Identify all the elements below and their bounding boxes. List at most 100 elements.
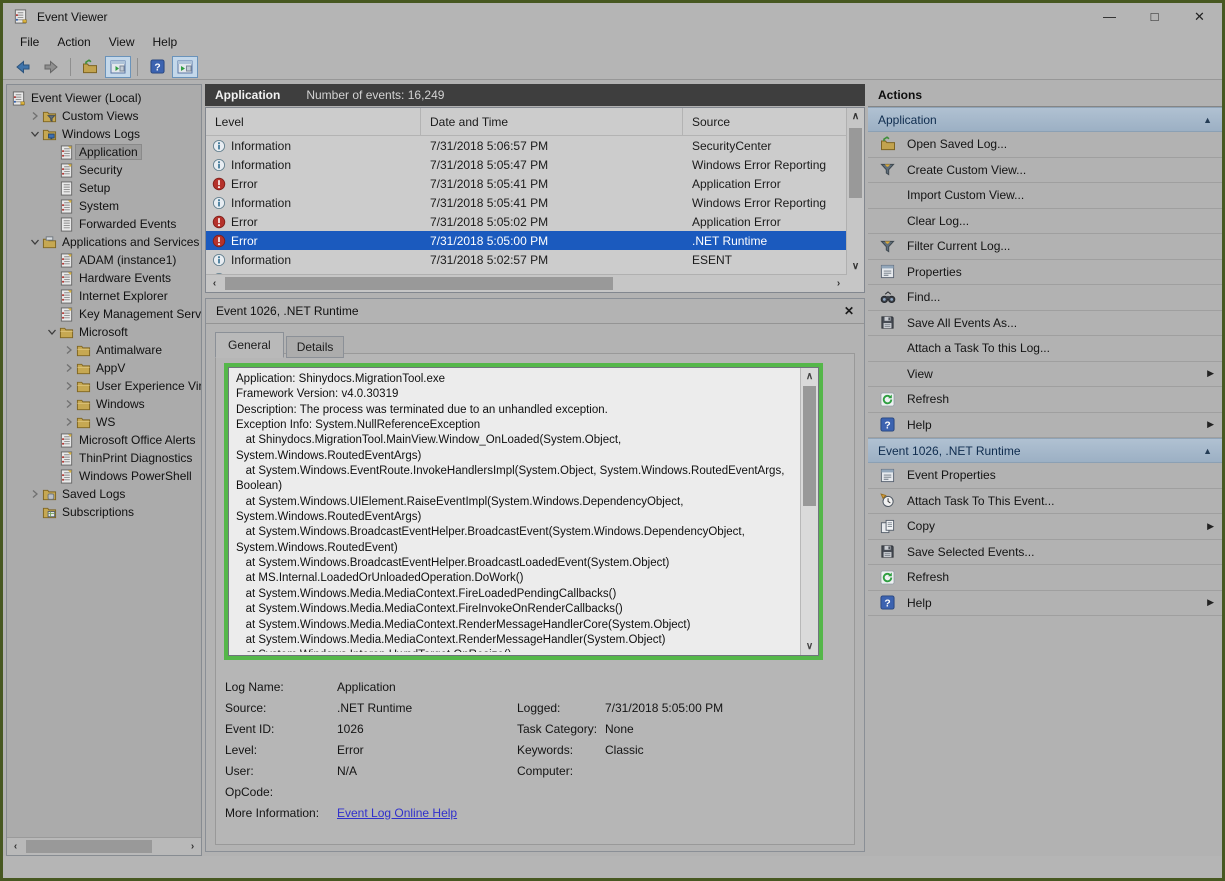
- field-value: N/A: [337, 764, 517, 778]
- tree-item-application[interactable]: Application: [7, 143, 201, 161]
- event-row-6[interactable]: Error7/31/2018 5:05:00 PM.NET Runtime: [206, 231, 847, 250]
- chevron-right-icon[interactable]: [62, 363, 76, 373]
- tree-item-user-experience-virtua[interactable]: User Experience Virtua: [7, 377, 201, 395]
- tree-item-adam-instance1[interactable]: ADAM (instance1): [7, 251, 201, 269]
- tree-item-windows[interactable]: Windows: [7, 395, 201, 413]
- event-row-4[interactable]: Information7/31/2018 5:05:41 PMWindows E…: [206, 193, 847, 212]
- scrollbar-thumb[interactable]: [849, 128, 862, 198]
- tree-item-forwarded-events[interactable]: Forwarded Events: [7, 215, 201, 233]
- action-help[interactable]: ?Help▶: [868, 413, 1222, 439]
- chevron-right-icon[interactable]: [62, 399, 76, 409]
- chevron-right-icon[interactable]: [62, 417, 76, 427]
- tree-item-thinprint-diagnostics[interactable]: ThinPrint Diagnostics: [7, 449, 201, 467]
- close-button[interactable]: ✕: [1177, 3, 1222, 30]
- actions-section-event-1026-net-runtime[interactable]: Event 1026, .NET Runtime▲: [868, 438, 1222, 463]
- help-button[interactable]: ?: [144, 56, 170, 78]
- tree-item-antimalware[interactable]: Antimalware: [7, 341, 201, 359]
- action-import-custom-view[interactable]: Import Custom View...: [868, 183, 1222, 209]
- show-action-pane-button[interactable]: [172, 56, 198, 78]
- event-row-2[interactable]: Information7/31/2018 5:05:47 PMWindows E…: [206, 155, 847, 174]
- tree-item-hardware-events[interactable]: Hardware Events: [7, 269, 201, 287]
- chevron-down-icon[interactable]: [28, 129, 42, 139]
- column-header-source[interactable]: Source: [683, 108, 847, 135]
- column-header-level[interactable]: Level: [206, 108, 421, 135]
- event-log-online-help-link[interactable]: Event Log Online Help: [337, 806, 457, 820]
- tree-item-applications-and-services-lo[interactable]: Applications and Services Lo: [7, 233, 201, 251]
- chevron-right-icon[interactable]: [62, 345, 76, 355]
- action-properties[interactable]: Properties: [868, 260, 1222, 286]
- menu-file[interactable]: File: [11, 32, 48, 52]
- menu-help[interactable]: Help: [144, 32, 187, 52]
- back-button[interactable]: [10, 56, 36, 78]
- chevron-down-icon[interactable]: [28, 237, 42, 247]
- scroll-up-icon[interactable]: ∧: [801, 368, 818, 385]
- maximize-button[interactable]: □: [1132, 3, 1177, 30]
- chevron-right-icon[interactable]: [28, 489, 42, 499]
- actions-section-application[interactable]: Application▲: [868, 107, 1222, 132]
- event-row-3[interactable]: Error7/31/2018 5:05:41 PMApplication Err…: [206, 174, 847, 193]
- tree-item-windows-powershell[interactable]: Windows PowerShell: [7, 467, 201, 485]
- forward-button[interactable]: [38, 56, 64, 78]
- chevron-right-icon[interactable]: [62, 381, 76, 391]
- tab-general[interactable]: General: [215, 332, 284, 358]
- action-event-properties[interactable]: Event Properties: [868, 463, 1222, 489]
- collapse-icon[interactable]: ▲: [1203, 115, 1212, 125]
- chevron-down-icon[interactable]: [45, 327, 59, 337]
- action-save-all-events-as[interactable]: Save All Events As...: [868, 311, 1222, 337]
- scroll-right-icon[interactable]: ›: [830, 275, 847, 292]
- tree-item-setup[interactable]: Setup: [7, 179, 201, 197]
- action-attach-a-task-to-this-log[interactable]: Attach a Task To this Log...: [868, 336, 1222, 362]
- chevron-right-icon[interactable]: [28, 111, 42, 121]
- export-button[interactable]: [77, 56, 103, 78]
- scroll-right-icon[interactable]: ›: [184, 838, 201, 855]
- tree-item-system[interactable]: System: [7, 197, 201, 215]
- event-list-vertical-scrollbar[interactable]: ∧ ∨: [846, 108, 864, 275]
- action-save-selected-events[interactable]: Save Selected Events...: [868, 540, 1222, 566]
- minimize-button[interactable]: —: [1087, 3, 1132, 30]
- event-row-1[interactable]: Information7/31/2018 5:06:57 PMSecurityC…: [206, 136, 847, 155]
- tree-item-microsoft-office-alerts[interactable]: Microsoft Office Alerts: [7, 431, 201, 449]
- tree-item-key-management-service[interactable]: Key Management Service: [7, 305, 201, 323]
- action-view[interactable]: View▶: [868, 362, 1222, 388]
- message-vertical-scrollbar[interactable]: ∧ ∨: [800, 368, 818, 655]
- tree-item-custom-views[interactable]: Custom Views: [7, 107, 201, 125]
- action-clear-log[interactable]: Clear Log...: [868, 209, 1222, 235]
- event-row-5[interactable]: Error7/31/2018 5:05:02 PMApplication Err…: [206, 212, 847, 231]
- tree-item-ws[interactable]: WS: [7, 413, 201, 431]
- tree-item-event-viewer-local[interactable]: Event Viewer (Local): [7, 89, 201, 107]
- menu-view[interactable]: View: [100, 32, 144, 52]
- tree-item-appv[interactable]: AppV: [7, 359, 201, 377]
- action-copy[interactable]: Copy▶: [868, 514, 1222, 540]
- tree-item-windows-logs[interactable]: Windows Logs: [7, 125, 201, 143]
- event-list-horizontal-scrollbar[interactable]: ‹ ›: [206, 274, 847, 292]
- action-help[interactable]: ?Help▶: [868, 591, 1222, 617]
- column-header-date-and-time[interactable]: Date and Time: [421, 108, 683, 135]
- scroll-down-icon[interactable]: ∨: [801, 638, 818, 655]
- scrollbar-thumb[interactable]: [26, 840, 152, 853]
- tree-item-security[interactable]: Security: [7, 161, 201, 179]
- action-create-custom-view[interactable]: Create Custom View...: [868, 158, 1222, 184]
- tree-item-internet-explorer[interactable]: Internet Explorer: [7, 287, 201, 305]
- action-open-saved-log[interactable]: Open Saved Log...: [868, 132, 1222, 158]
- close-preview-icon[interactable]: ✕: [844, 304, 854, 318]
- action-refresh[interactable]: Refresh: [868, 387, 1222, 413]
- action-filter-current-log[interactable]: Filter Current Log...: [868, 234, 1222, 260]
- scrollbar-thumb[interactable]: [803, 386, 816, 506]
- collapse-icon[interactable]: ▲: [1203, 446, 1212, 456]
- action-find[interactable]: Find...: [868, 285, 1222, 311]
- tree-item-subscriptions[interactable]: Subscriptions: [7, 503, 201, 521]
- menu-action[interactable]: Action: [48, 32, 99, 52]
- scroll-up-icon[interactable]: ∧: [847, 108, 864, 125]
- scroll-left-icon[interactable]: ‹: [206, 275, 223, 292]
- tree-horizontal-scrollbar[interactable]: ‹ ›: [7, 837, 201, 855]
- scroll-left-icon[interactable]: ‹: [7, 838, 24, 855]
- action-attach-task-to-this-event[interactable]: Attach Task To This Event...: [868, 489, 1222, 515]
- tree-item-saved-logs[interactable]: Saved Logs: [7, 485, 201, 503]
- scrollbar-thumb[interactable]: [225, 277, 613, 290]
- tree-item-microsoft[interactable]: Microsoft: [7, 323, 201, 341]
- tab-details[interactable]: Details: [286, 336, 345, 358]
- show-console-tree-button[interactable]: [105, 56, 131, 78]
- scroll-down-icon[interactable]: ∨: [847, 258, 864, 275]
- event-row-7[interactable]: Information7/31/2018 5:02:57 PMESENT: [206, 250, 847, 269]
- action-refresh[interactable]: Refresh: [868, 565, 1222, 591]
